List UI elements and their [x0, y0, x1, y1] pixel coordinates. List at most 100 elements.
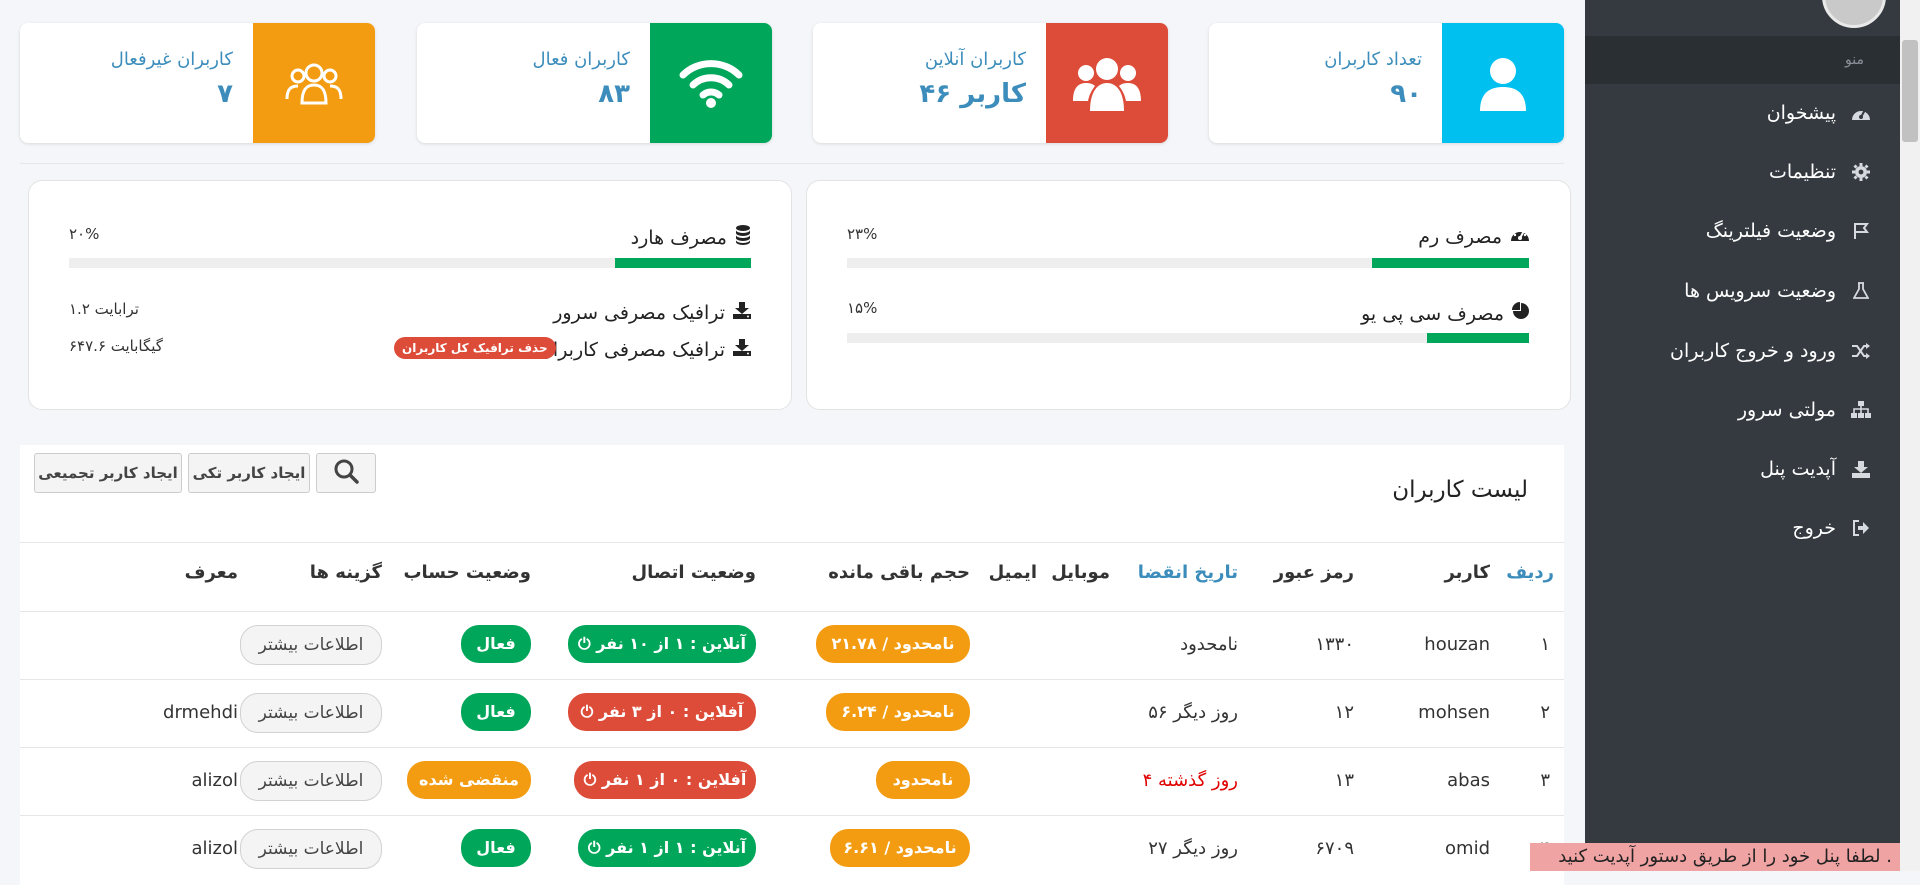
stat-active-users: کاربران فعال ۸۳ [417, 23, 772, 143]
ram-cpu-card: مصرف رم ۲۳% مصرف سی پی یو ۱۵% [806, 180, 1571, 410]
wifi-icon [650, 23, 772, 143]
account-status-badge: فعال [461, 625, 531, 663]
account-status-badge: منقضی شده [407, 761, 531, 799]
divider [20, 163, 1564, 164]
row-username: abas [1447, 770, 1490, 791]
table-divider [20, 815, 1564, 816]
sidebar-item-services[interactable]: وضعیت سرویس ها [1585, 271, 1900, 311]
flag-icon [1850, 222, 1872, 240]
users-traffic-label: ترافیک مصرفی کاربران [539, 338, 751, 361]
stat-total-users: تعداد کاربران ۹۰ [1209, 23, 1564, 143]
sidebar-item-multi-server[interactable]: مولتی سرور [1585, 390, 1900, 430]
row-index: ۱ [1540, 634, 1550, 655]
row-expiry: ۲۷ روز دیگر [1148, 838, 1238, 859]
server-traffic-label: ترافیک مصرفی سرور [553, 301, 751, 324]
server-traffic-value: ۱.۲ ترابایت [69, 300, 139, 318]
remaining-volume-badge: ۶.۲۴ / نامحدود [826, 693, 970, 731]
more-info-button[interactable]: اطلاعات بیشتر [240, 829, 382, 869]
users-list-title: لیست کاربران [1392, 477, 1528, 503]
users-traffic-value: ۶۴۷.۶ گیگابایت [69, 337, 163, 355]
connection-status-badge: ⏻ آنلاین : ۱ از ۱ نفر [578, 829, 756, 867]
download-icon [1850, 460, 1872, 478]
shuffle-icon [1850, 343, 1872, 359]
ram-progress-fill [1372, 258, 1529, 268]
stat-value: ۸۳ [598, 79, 630, 109]
disk-usage-label: مصرف هارد [631, 225, 751, 250]
sidebar-item-settings[interactable]: تنظیمات [1585, 152, 1900, 192]
ram-progress [847, 258, 1529, 268]
remaining-volume-badge: ۲۱.۷۸ / نامحدود [816, 625, 970, 663]
col-header-account: وضعیت حساب [403, 562, 531, 583]
row-username: mohsen [1418, 702, 1490, 723]
main-content: تعداد کاربران ۹۰ کاربران آنلاین ۴۶ کاربر… [0, 0, 1585, 885]
table-divider [20, 542, 1564, 543]
row-expiry-expired: ۴ روز گذشته [1142, 770, 1238, 791]
cpu-usage-label: مصرف سی پی یو [1361, 302, 1530, 325]
stat-value: ۹۰ [1390, 79, 1422, 109]
stat-inactive-users: کاربران غیرفعال ۷ [20, 23, 375, 143]
row-username: houzan [1424, 634, 1490, 655]
col-header-mobile: موبایل [1051, 562, 1110, 583]
col-header-row[interactable]: ردیف [1506, 562, 1554, 583]
account-status-badge: فعال [461, 829, 531, 867]
stat-label: تعداد کاربران [1324, 49, 1422, 70]
row-username: omid [1445, 838, 1490, 859]
more-info-button[interactable]: اطلاعات بیشتر [240, 693, 382, 733]
cpu-usage-percent: ۱۵% [847, 299, 878, 317]
row-password: ۶۷۰۹ [1315, 838, 1354, 859]
cpu-progress-fill [1426, 333, 1529, 343]
col-header-remaining: حجم باقی مانده [828, 562, 970, 583]
row-referrer: alizol [191, 770, 239, 791]
sidebar-item-login-logout[interactable]: ورود و خروج کاربران [1585, 331, 1900, 371]
row-expiry: نامحدود [1180, 634, 1238, 655]
create-bulk-user-button[interactable]: ایجاد کاربر تجمیعی [34, 453, 182, 493]
disk-usage-percent: ۲۰% [69, 225, 100, 243]
col-header-options: گزینه ها [309, 562, 382, 583]
col-header-email: ایمیل [988, 562, 1037, 583]
stat-label: کاربران آنلاین [924, 49, 1026, 70]
remaining-volume-badge: ۶.۶۱ / نامحدود [830, 829, 970, 867]
cpu-progress [847, 333, 1529, 343]
row-index: ۳ [1540, 770, 1550, 791]
connection-status-badge: ⏻ آنلاین : ۱ از ۱۰ نفر [568, 625, 756, 663]
search-icon [333, 458, 359, 488]
disk-progress-fill [614, 258, 751, 268]
stat-label: کاربران فعال [532, 49, 630, 70]
sidebar: منو پیشخوان تنظیمات وضعیت فیلترینگ وضعیت… [1585, 0, 1900, 871]
sitemap-icon [1850, 401, 1872, 419]
row-referrer: alizol [191, 838, 239, 859]
gauge-icon [1510, 225, 1530, 248]
row-referrer: drmehdi [163, 702, 238, 723]
table-divider [20, 747, 1564, 748]
delete-all-traffic-button[interactable]: حذف ترافیک کل کاربران [394, 337, 556, 359]
table-divider [20, 611, 1564, 612]
download-icon [733, 338, 751, 361]
col-header-expiry[interactable]: تاریخ انقضا [1138, 562, 1238, 583]
pie-icon [1512, 302, 1530, 325]
sidebar-item-filtering[interactable]: وضعیت فیلترینگ [1585, 211, 1900, 251]
sidebar-item-update-panel[interactable]: آپدیت پنل [1585, 449, 1900, 489]
more-info-button[interactable]: اطلاعات بیشتر [240, 625, 382, 665]
create-single-user-button[interactable]: ایجاد کاربر تکی [188, 453, 310, 493]
dashboard-icon [1850, 104, 1872, 122]
account-status-badge: فعال [461, 693, 531, 731]
search-button[interactable] [316, 453, 376, 493]
col-header-user: کاربر [1444, 562, 1490, 583]
col-header-referrer: معرف [184, 562, 238, 583]
row-index: ۲ [1540, 702, 1550, 723]
row-password: ۱۲ [1334, 702, 1354, 723]
users-list-card: لیست کاربران ایجاد کاربر تکی ایجاد کاربر… [20, 445, 1564, 885]
row-password: ۱۳ [1334, 770, 1354, 791]
update-notice: لطفا پنل خود را از طریق دستور آپدیت کنید… [1530, 843, 1900, 871]
sidebar-item-logout[interactable]: خروج [1585, 508, 1900, 548]
remaining-volume-badge: نامحدود [876, 761, 970, 799]
sidebar-item-dashboard[interactable]: پیشخوان [1585, 93, 1900, 133]
flask-icon [1850, 282, 1872, 300]
stat-value: ۴۶ کاربر [919, 79, 1026, 109]
ram-usage-label: مصرف رم [1418, 225, 1530, 248]
user-icon [1442, 23, 1564, 143]
scrollbar-thumb[interactable] [1902, 40, 1918, 142]
more-info-button[interactable]: اطلاعات بیشتر [240, 761, 382, 801]
download-icon [733, 301, 751, 324]
stat-online-users: کاربران آنلاین ۴۶ کاربر [813, 23, 1168, 143]
